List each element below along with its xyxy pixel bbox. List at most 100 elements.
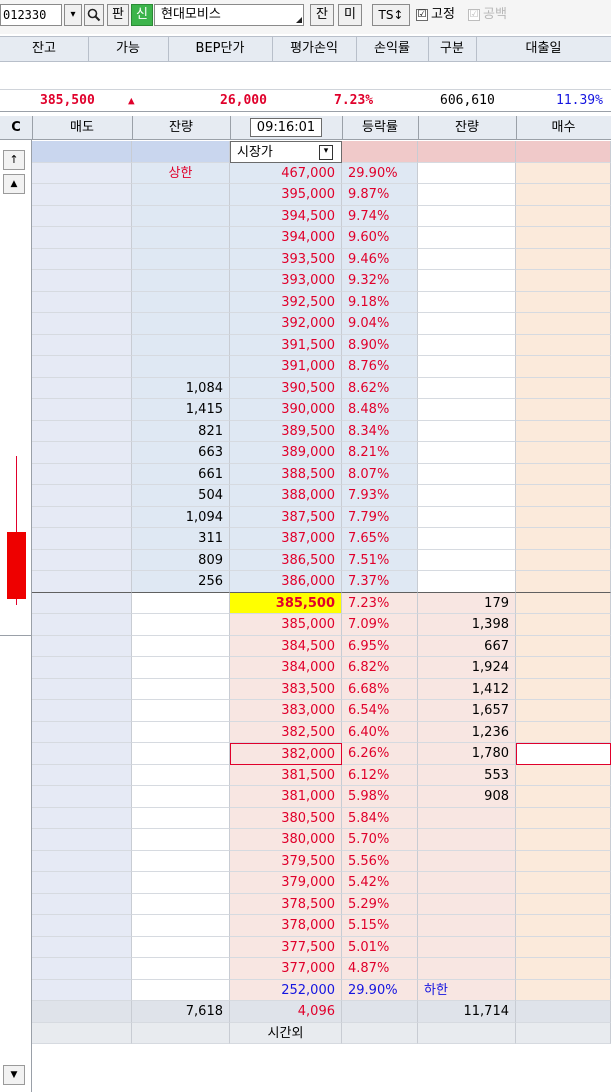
ask-price[interactable]: 390,500: [230, 377, 342, 399]
sell-cell[interactable]: [32, 270, 132, 292]
current-price-cell[interactable]: 385,500: [230, 592, 342, 614]
ask-price[interactable]: 388,500: [230, 463, 342, 485]
bid-price[interactable]: 384,000: [230, 657, 342, 679]
sell-cell[interactable]: [32, 592, 132, 614]
buy-cell[interactable]: [516, 700, 611, 722]
buy-cell[interactable]: [516, 614, 611, 636]
buy-cell[interactable]: [516, 420, 611, 442]
buy-cell[interactable]: [516, 872, 611, 894]
sell-cell[interactable]: [32, 743, 132, 765]
bid-price[interactable]: 381,500: [230, 764, 342, 786]
ask-price[interactable]: 389,500: [230, 420, 342, 442]
sell-cell[interactable]: [32, 958, 132, 980]
sell-cell[interactable]: [32, 807, 132, 829]
ask-price[interactable]: 392,000: [230, 313, 342, 335]
balance-col-available[interactable]: 가능: [88, 37, 169, 61]
buy-cell[interactable]: [516, 592, 611, 614]
config-c-button[interactable]: C: [0, 116, 33, 139]
buy-cell[interactable]: [516, 678, 611, 700]
ask-price[interactable]: 389,000: [230, 442, 342, 464]
bid-price[interactable]: 378,500: [230, 893, 342, 915]
bid-price[interactable]: 378,000: [230, 915, 342, 937]
bid-price[interactable]: 377,500: [230, 936, 342, 958]
sell-cell[interactable]: [32, 227, 132, 249]
scroll-up-icon[interactable]: ▲: [3, 174, 25, 194]
buy-cell[interactable]: [516, 721, 611, 743]
sell-cell[interactable]: [32, 764, 132, 786]
sell-cell[interactable]: [32, 893, 132, 915]
ask-price[interactable]: 388,000: [230, 485, 342, 507]
sell-cell[interactable]: [32, 571, 132, 593]
ask-price[interactable]: 393,000: [230, 270, 342, 292]
buy-cell[interactable]: [516, 528, 611, 550]
buy-cell[interactable]: [516, 377, 611, 399]
buy-cell[interactable]: [516, 399, 611, 421]
sell-cell[interactable]: [32, 829, 132, 851]
buy-cell[interactable]: [516, 657, 611, 679]
buy-cell[interactable]: [516, 915, 611, 937]
sell-cell[interactable]: [32, 420, 132, 442]
buy-cell[interactable]: [516, 850, 611, 872]
buy-cell[interactable]: [516, 786, 611, 808]
balance-col-loan-date[interactable]: 대출일: [476, 37, 611, 61]
ts-button[interactable]: TS↕: [372, 4, 410, 26]
ask-price[interactable]: 394,500: [230, 205, 342, 227]
buy-cell[interactable]: [516, 807, 611, 829]
bid-price[interactable]: 380,500: [230, 807, 342, 829]
bid-price[interactable]: 381,000: [230, 786, 342, 808]
sell-cell[interactable]: [32, 678, 132, 700]
bid-price[interactable]: 383,000: [230, 700, 342, 722]
buy-cell[interactable]: [516, 356, 611, 378]
buy-cell[interactable]: [516, 893, 611, 915]
bid-price[interactable]: 377,000: [230, 958, 342, 980]
ask-price[interactable]: 387,500: [230, 506, 342, 528]
buy-cell[interactable]: [516, 184, 611, 206]
after-hours-label[interactable]: 시간외: [230, 1022, 342, 1044]
ask-price[interactable]: 387,000: [230, 528, 342, 550]
sell-cell[interactable]: [32, 334, 132, 356]
buy-cell[interactable]: [516, 571, 611, 593]
code-dropdown-icon[interactable]: ▾: [64, 4, 82, 26]
market-order-select[interactable]: 시장가 ▾: [230, 141, 342, 163]
buy-cell[interactable]: [516, 205, 611, 227]
buy-cell[interactable]: [516, 958, 611, 980]
bid-price[interactable]: 379,000: [230, 872, 342, 894]
sell-cell[interactable]: [32, 979, 132, 1001]
stock-code-input[interactable]: 012330: [0, 4, 62, 26]
bid-price[interactable]: 385,000: [230, 614, 342, 636]
bid-price[interactable]: 252,000: [230, 979, 342, 1001]
sell-cell[interactable]: [32, 614, 132, 636]
ask-price[interactable]: 390,000: [230, 399, 342, 421]
blank-checkbox[interactable]: ☑: [468, 9, 480, 21]
sell-cell[interactable]: [32, 248, 132, 270]
sell-cell[interactable]: [32, 162, 132, 184]
sell-cell[interactable]: [32, 936, 132, 958]
sell-cell[interactable]: [32, 399, 132, 421]
balance-col-qty[interactable]: 잔고: [0, 37, 89, 61]
balance-col-pnl[interactable]: 평가손익: [272, 37, 357, 61]
buy-cell[interactable]: [516, 635, 611, 657]
buy-cell[interactable]: [516, 936, 611, 958]
mi-button[interactable]: 미: [338, 4, 362, 26]
balance-col-pnl-rate[interactable]: 손익률: [356, 37, 429, 61]
buy-cell[interactable]: [516, 141, 611, 163]
jan-button[interactable]: 잔: [310, 4, 334, 26]
search-icon[interactable]: [84, 4, 104, 26]
bid-price[interactable]: 384,500: [230, 635, 342, 657]
sell-cell[interactable]: [32, 528, 132, 550]
sell-cell[interactable]: [32, 485, 132, 507]
buy-cell[interactable]: [516, 442, 611, 464]
buy-cell[interactable]: [516, 463, 611, 485]
sell-cell[interactable]: [32, 463, 132, 485]
buy-cell[interactable]: [516, 485, 611, 507]
buy-cell[interactable]: [516, 270, 611, 292]
sell-cell[interactable]: [32, 850, 132, 872]
sell-cell[interactable]: [32, 700, 132, 722]
buy-cell[interactable]: [516, 549, 611, 571]
bid-price[interactable]: 380,000: [230, 829, 342, 851]
ask-price[interactable]: 391,500: [230, 334, 342, 356]
ask-price[interactable]: 392,500: [230, 291, 342, 313]
buy-cell[interactable]: [516, 162, 611, 184]
buy-cell[interactable]: [516, 764, 611, 786]
pan-button[interactable]: 판: [107, 4, 129, 26]
